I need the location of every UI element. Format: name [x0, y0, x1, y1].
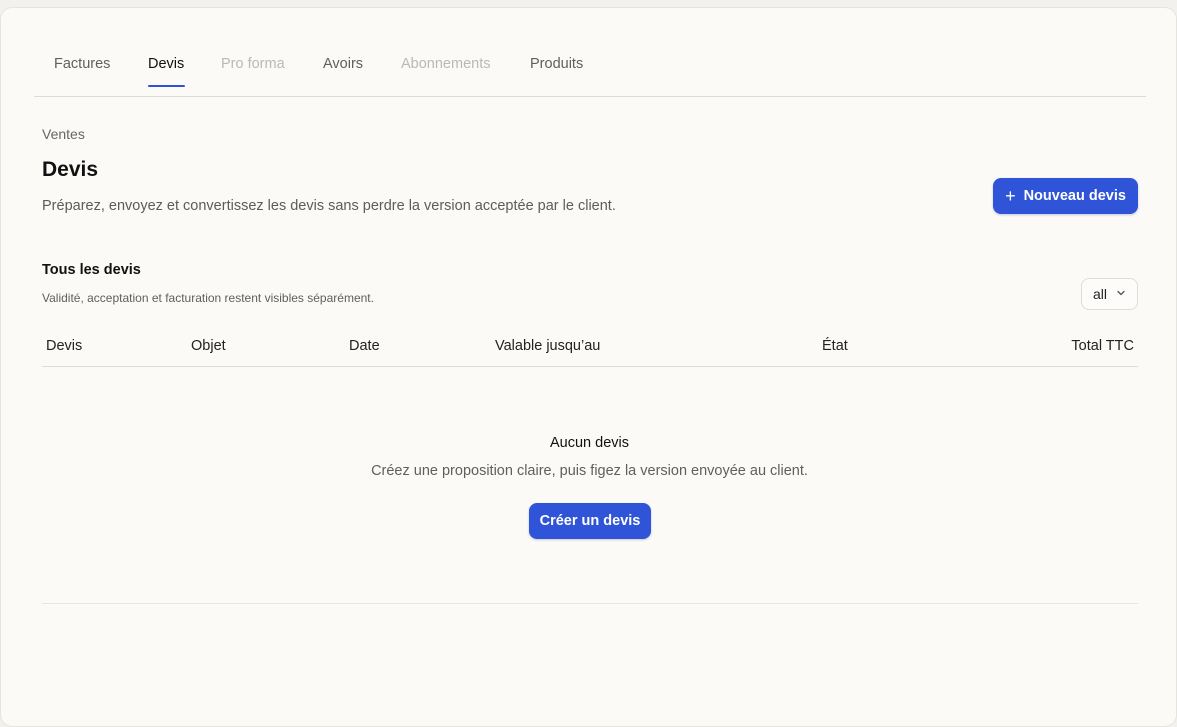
divider: [42, 603, 1138, 604]
tab-produits[interactable]: Produits: [530, 56, 583, 72]
empty-state-message: Créez une proposition claire, puis figez…: [371, 463, 808, 479]
tab-devis[interactable]: Devis: [148, 56, 184, 72]
new-quote-button[interactable]: + Nouveau devis: [993, 178, 1138, 214]
column-header-total-ttc[interactable]: Total TTC: [1071, 338, 1134, 354]
create-quote-button[interactable]: Créer un devis: [529, 503, 651, 539]
plus-icon: +: [1005, 186, 1016, 206]
column-header-date[interactable]: Date: [349, 338, 380, 354]
column-header-devis[interactable]: Devis: [46, 338, 82, 354]
tab-abonnements[interactable]: Abonnements: [401, 56, 490, 72]
chevron-down-icon: [1117, 290, 1125, 296]
table-header: Devis Objet Date Valable jusqu’au État T…: [42, 330, 1138, 367]
status-filter-value: all: [1093, 286, 1108, 302]
list-subtitle: Validité, acceptation et facturation res…: [42, 291, 374, 305]
page-title: Devis: [42, 158, 99, 181]
active-tab-indicator: [148, 85, 185, 87]
tab-factures[interactable]: Factures: [54, 56, 110, 72]
column-header-etat[interactable]: État: [822, 338, 848, 354]
column-header-objet[interactable]: Objet: [191, 338, 226, 354]
status-filter-select[interactable]: all: [1081, 278, 1138, 310]
list-title: Tous les devis: [42, 262, 141, 278]
page-description: Préparez, envoyez et convertissez les de…: [42, 198, 616, 214]
column-header-valid-until[interactable]: Valable jusqu’au: [495, 338, 600, 354]
tab-pro-forma[interactable]: Pro forma: [221, 56, 285, 72]
tab-avoirs[interactable]: Avoirs: [323, 56, 363, 72]
empty-state-title: Aucun devis: [550, 435, 629, 451]
main-card: Factures Devis Pro forma Avoirs Abonneme…: [0, 7, 1177, 727]
tab-bar: Factures Devis Pro forma Avoirs Abonneme…: [34, 8, 1146, 97]
breadcrumb: Ventes: [42, 126, 85, 142]
new-quote-button-label: Nouveau devis: [1023, 188, 1126, 204]
